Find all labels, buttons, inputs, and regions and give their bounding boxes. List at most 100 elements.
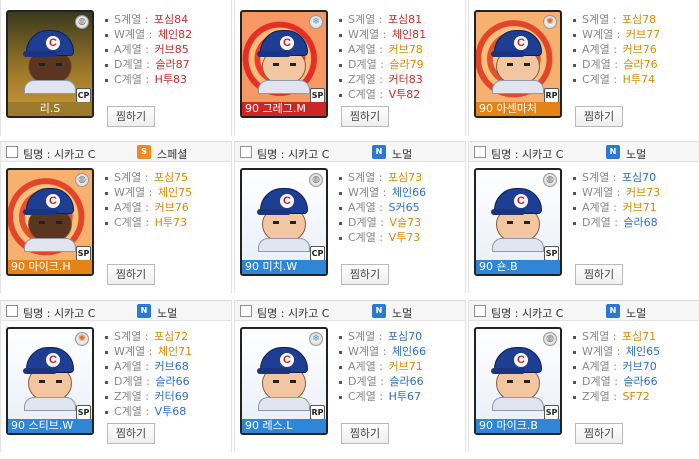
player-header: 팀명 : 시카고 C N 노멀	[469, 141, 699, 162]
cubs-cap-icon: C	[257, 30, 308, 57]
star-medal-icon: ✺	[75, 332, 89, 346]
position-badge: SP	[544, 405, 559, 420]
stat-label: A계열 :	[582, 43, 621, 56]
stat-value: H투74	[622, 73, 656, 86]
stat-label: W계열 :	[114, 28, 156, 41]
bullet-icon	[339, 395, 342, 399]
bullet-icon	[339, 365, 342, 369]
stat-value: SF72	[622, 390, 650, 403]
bullet-icon	[339, 236, 342, 240]
stat-row: D계열 : 슬라66	[339, 374, 426, 389]
player-name: 90 아센마처	[476, 102, 560, 116]
stat-value: V투73	[388, 231, 421, 244]
player-avatar: C	[22, 188, 78, 252]
wish-button[interactable]: 찜하기	[107, 423, 155, 444]
player-card-image[interactable]: ◍ C SP 90 숀.B	[474, 168, 562, 276]
player-cell: ◍ C CP 리.S S계열 : 포심84 W계열 : 체인82 A계열 : 커…	[0, 0, 232, 136]
wish-button[interactable]: 찜하기	[575, 264, 623, 285]
stat-value: 포심81	[387, 13, 423, 26]
wish-button[interactable]: 찜하기	[107, 264, 155, 285]
stat-label: D계열 :	[348, 58, 388, 71]
player-card-image[interactable]: ◍ C SP 90 마이크.H	[6, 168, 94, 276]
bullet-icon	[105, 395, 108, 399]
stat-row: S계열 : 포심81	[339, 12, 426, 27]
player-card-image[interactable]: ❄ C RP 90 레스.L	[240, 327, 328, 435]
card-type-icon: S	[137, 145, 151, 159]
stat-row: S계열 : 포심78	[573, 12, 660, 27]
player-card-image[interactable]: ◍ C CP 리.S	[6, 10, 94, 118]
stat-row: D계열 : 슬라76	[573, 57, 660, 72]
player-name: 90 마이크.B	[476, 419, 560, 433]
player-header: 팀명 : 시카고 C N 노멀	[469, 300, 699, 321]
player-card-image[interactable]: ✺ C RP 90 아센마처	[474, 10, 562, 118]
snow-medal-icon: ❄	[309, 15, 323, 29]
stat-row: D계열 : 슬라87	[105, 57, 192, 72]
wish-button[interactable]: 찜하기	[575, 423, 623, 444]
bullet-icon	[105, 176, 108, 180]
stat-label: A계열 :	[114, 201, 153, 214]
pitch-stat-list: S계열 : 포심71 W계열 : 체인65 A계열 : 커브70 D계열 : 슬…	[573, 329, 660, 404]
stat-value: H투83	[154, 73, 188, 86]
select-checkbox[interactable]	[474, 305, 486, 317]
stat-value: 커브77	[625, 28, 661, 41]
stat-row: A계열 : 커브70	[573, 359, 660, 374]
stat-label: D계열 :	[582, 216, 622, 229]
bullet-icon	[105, 18, 108, 22]
bullet-icon	[339, 350, 342, 354]
stat-label: A계열 :	[114, 43, 153, 56]
wish-button[interactable]: 찜하기	[341, 106, 389, 127]
select-checkbox[interactable]	[474, 146, 486, 158]
stat-row: W계열 : 커브77	[573, 27, 660, 42]
bullet-icon	[105, 48, 108, 52]
stat-label: W계열 :	[114, 345, 156, 358]
player-name: 90 마이크.H	[8, 260, 92, 274]
stat-row: C계열 : H투74	[573, 72, 660, 87]
select-checkbox[interactable]	[6, 146, 18, 158]
stat-value: 포심84	[153, 13, 189, 26]
stat-value: 커브76	[622, 43, 657, 56]
player-card-image[interactable]: ◍ C CP 90 미치.W	[240, 168, 328, 276]
stat-value: 커터83	[388, 73, 423, 86]
team-label: 팀명 : 시카고 C	[491, 307, 564, 320]
player-avatar: C	[22, 30, 78, 94]
player-card-image[interactable]: ✺ C SP 90 스티브.W	[6, 327, 94, 435]
bullet-icon	[339, 93, 342, 97]
player-card-image[interactable]: ◍ C SP 90 마이크.B	[474, 327, 562, 435]
bullet-icon	[339, 335, 342, 339]
card-type-label: 노멀	[626, 148, 647, 161]
stat-row: S계열 : 포심84	[105, 12, 192, 27]
stat-label: S계열 :	[348, 13, 386, 26]
position-badge: RP	[544, 88, 559, 103]
stat-value: 슬라87	[155, 58, 190, 71]
stat-value: 슬라66	[389, 375, 424, 388]
player-cell: 팀명 : 시카고 C N 노멀 ✺ C SP 90 스티브.W S계열 : 포심…	[0, 300, 232, 452]
wish-button[interactable]: 찜하기	[575, 106, 623, 127]
stat-label: S계열 :	[582, 171, 620, 184]
stat-label: Z계열 :	[114, 390, 153, 403]
stat-value: 체인82	[157, 28, 193, 41]
cubs-cap-icon: C	[23, 188, 74, 215]
pitch-stat-list: S계열 : 포심75 W계열 : 체인75 A계열 : 커브76 C계열 : H…	[105, 170, 192, 230]
stat-value: H투67	[388, 390, 422, 403]
bullet-icon	[339, 78, 342, 82]
wish-button[interactable]: 찜하기	[341, 264, 389, 285]
bullet-icon	[573, 221, 576, 225]
bullet-icon	[105, 221, 108, 225]
stat-value: 체인66	[391, 345, 427, 358]
player-name: 90 레스.L	[242, 419, 326, 433]
stat-row: W계열 : 커브73	[573, 185, 660, 200]
player-card-image[interactable]: ❄ C SP 90 그레그.M	[240, 10, 328, 118]
player-name: 90 숀.B	[476, 260, 560, 274]
stat-value: 포심75	[153, 171, 189, 184]
select-checkbox[interactable]	[6, 305, 18, 317]
bullet-icon	[339, 48, 342, 52]
select-checkbox[interactable]	[240, 305, 252, 317]
card-type-icon: N	[606, 145, 620, 159]
stat-row: C계열 : H투83	[105, 72, 192, 87]
stat-label: A계열 :	[114, 360, 153, 373]
wish-button[interactable]: 찜하기	[341, 423, 389, 444]
stat-value: 커브78	[388, 43, 423, 56]
pitch-stat-list: S계열 : 포심70 W계열 : 커브73 A계열 : 커브71 D계열 : 슬…	[573, 170, 660, 230]
select-checkbox[interactable]	[240, 146, 252, 158]
wish-button[interactable]: 찜하기	[107, 106, 155, 127]
